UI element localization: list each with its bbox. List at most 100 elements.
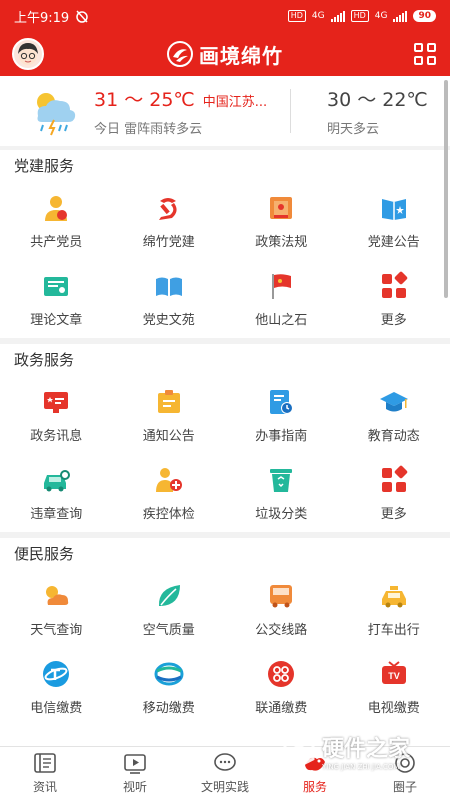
today-temperature: 31 ～ 25℃ (94, 89, 195, 111)
nav-item-news[interactable]: 资讯 (0, 747, 90, 800)
grid-item-label: 党建公告 (367, 234, 420, 250)
section-convenience-services: 便民服务 天气查询 空气质量 公交线路 打车出行 电信缴费 移动缴费 联通缴费 (0, 538, 450, 746)
menu-grid-button[interactable] (414, 43, 436, 65)
watermark-subtext: YING JIAN ZHI JIA.COM (322, 763, 400, 771)
party-member-icon (45, 195, 68, 221)
grid-item-label: 垃圾分类 (255, 506, 308, 522)
grid-item-2-5[interactable]: 移动缴费 (113, 648, 226, 726)
nav-label: 资讯 (32, 780, 57, 794)
news-icon (34, 753, 56, 773)
grid-item-0-6[interactable]: 他山之石 (225, 260, 338, 338)
guide-clock-icon (270, 389, 294, 414)
weather-divider (290, 89, 291, 133)
grid-item-1-1[interactable]: 通知公告 (113, 376, 226, 454)
nav-label: 视听 (122, 780, 147, 794)
alarm-off-icon (76, 10, 88, 23)
more-grid-icon (381, 465, 407, 492)
chat-icon (214, 753, 236, 771)
grid-item-label: 绵竹党建 (142, 234, 195, 250)
app-header: 画境绵竹 (0, 32, 450, 76)
signal-icon-2 (393, 10, 408, 22)
location-label: 中国江苏... (202, 95, 268, 110)
notice-book-icon (381, 198, 406, 220)
grid-item-label: 空气质量 (142, 622, 195, 638)
network-type: 4G (311, 11, 325, 21)
grid-item-0-0[interactable]: 共产党员 (0, 182, 113, 260)
grid-item-0-7[interactable]: 更多 (338, 260, 450, 338)
taxi-icon (381, 585, 406, 607)
grid-item-2-1[interactable]: 空气质量 (113, 570, 226, 648)
car-search-icon (44, 469, 71, 491)
svg-text:TV: TV (388, 671, 400, 681)
law-book-icon (270, 196, 293, 219)
grid-item-label: 天气查询 (30, 622, 83, 638)
grid-item-2-2[interactable]: 公交线路 (225, 570, 338, 648)
graduation-cap-icon (379, 391, 408, 411)
grid-item-1-6[interactable]: 垃圾分类 (225, 454, 338, 532)
weather-card[interactable]: 31 ～ 25℃ 中国江苏... 今日 雷阵雨转多云 30 ～ 22℃ 明天多云 (0, 76, 450, 146)
avatar[interactable] (12, 38, 44, 70)
grid-item-label: 电视缴费 (367, 700, 420, 716)
app-title-text: 画境绵竹 (199, 43, 283, 68)
grid-item-1-5[interactable]: 疾控体检 (113, 454, 226, 532)
grid-cell-icon (427, 56, 436, 65)
nav-item-civilization[interactable]: 文明实践 (180, 747, 270, 800)
grid-item-label: 通知公告 (142, 428, 195, 444)
grid-item-label: 疾控体检 (142, 506, 195, 522)
grid-item-label: 联通缴费 (255, 700, 308, 716)
today-description: 今日 雷阵雨转多云 (94, 122, 203, 137)
tomorrow-description: 明天多云 (327, 122, 380, 137)
tomorrow-temperature: 30 ～ 22℃ (327, 89, 428, 111)
weather-tomorrow: 30 ～ 22℃ 明天多云 (327, 85, 428, 137)
grid-item-label: 更多 (380, 312, 407, 328)
grid-item-label: 办事指南 (255, 428, 308, 444)
signal-icon (330, 10, 345, 22)
grid-item-label: 共产党员 (30, 234, 83, 250)
tv-icon: TV (381, 660, 406, 684)
grid-item-2-0[interactable]: 天气查询 (0, 570, 113, 648)
watermark-cube-icon (283, 734, 315, 768)
section-title: 便民服务 (14, 545, 75, 563)
grid-item-0-3[interactable]: 党建公告 (338, 182, 450, 260)
grid-item-0-5[interactable]: 党史文苑 (113, 260, 226, 338)
grid-item-0-4[interactable]: 理论文章 (0, 260, 113, 338)
grid-item-2-3[interactable]: 打车出行 (338, 570, 450, 648)
scrollbar-thumb[interactable] (444, 80, 448, 298)
grid-item-2-7[interactable]: TV 电视缴费 (338, 648, 450, 726)
thunderstorm-icon (37, 93, 76, 136)
grid-item-2-4[interactable]: 电信缴费 (0, 648, 113, 726)
health-check-icon (155, 467, 182, 492)
grid-item-label: 党史文苑 (142, 312, 195, 328)
grid-item-label: 教育动态 (367, 428, 420, 444)
nav-item-video[interactable]: 视听 (90, 747, 180, 800)
hd-badge-2: HD (350, 10, 369, 22)
monitor-icon (44, 391, 69, 413)
grid-item-1-3[interactable]: 教育动态 (338, 376, 450, 454)
watermark: 硬件之家 YING JIAN ZHI JIA.COM (282, 726, 442, 776)
grid-cell-icon (427, 43, 436, 52)
clipboard-icon (157, 389, 180, 413)
grid-item-1-4[interactable]: 违章查询 (0, 454, 113, 532)
hd-badge: HD (287, 10, 306, 22)
china-mobile-icon (154, 662, 184, 685)
grid-item-label: 电信缴费 (30, 700, 83, 716)
video-icon (124, 754, 146, 774)
weather-today: 31 ～ 25℃ 中国江苏... 今日 雷阵雨转多云 (94, 85, 284, 137)
grid-item-2-6[interactable]: 联通缴费 (225, 648, 338, 726)
grid-item-label: 政策法规 (255, 234, 308, 250)
section-government-services: 政务服务 政务讯息 通知公告 办事指南 教育动态 违章查询 疾控体检 垃圾分类 (0, 344, 450, 532)
more-grid-icon (381, 271, 407, 298)
grid-item-1-2[interactable]: 办事指南 (225, 376, 338, 454)
grid-item-0-2[interactable]: 政策法规 (225, 182, 338, 260)
grid-item-1-7[interactable]: 更多 (338, 454, 450, 532)
grid-item-1-0[interactable]: 政务讯息 (0, 376, 113, 454)
section-title: 政务服务 (14, 351, 75, 369)
grid-item-label: 他山之石 (255, 312, 308, 328)
nav-label: 服务 (302, 780, 327, 794)
grid-item-0-1[interactable]: 绵竹党建 (113, 182, 226, 260)
open-book-icon (155, 277, 182, 296)
network-type-2: 4G (374, 11, 388, 21)
party-emblem-icon (158, 197, 177, 220)
nav-label: 圈子 (392, 780, 417, 794)
grid-item-label: 公交线路 (255, 622, 308, 638)
